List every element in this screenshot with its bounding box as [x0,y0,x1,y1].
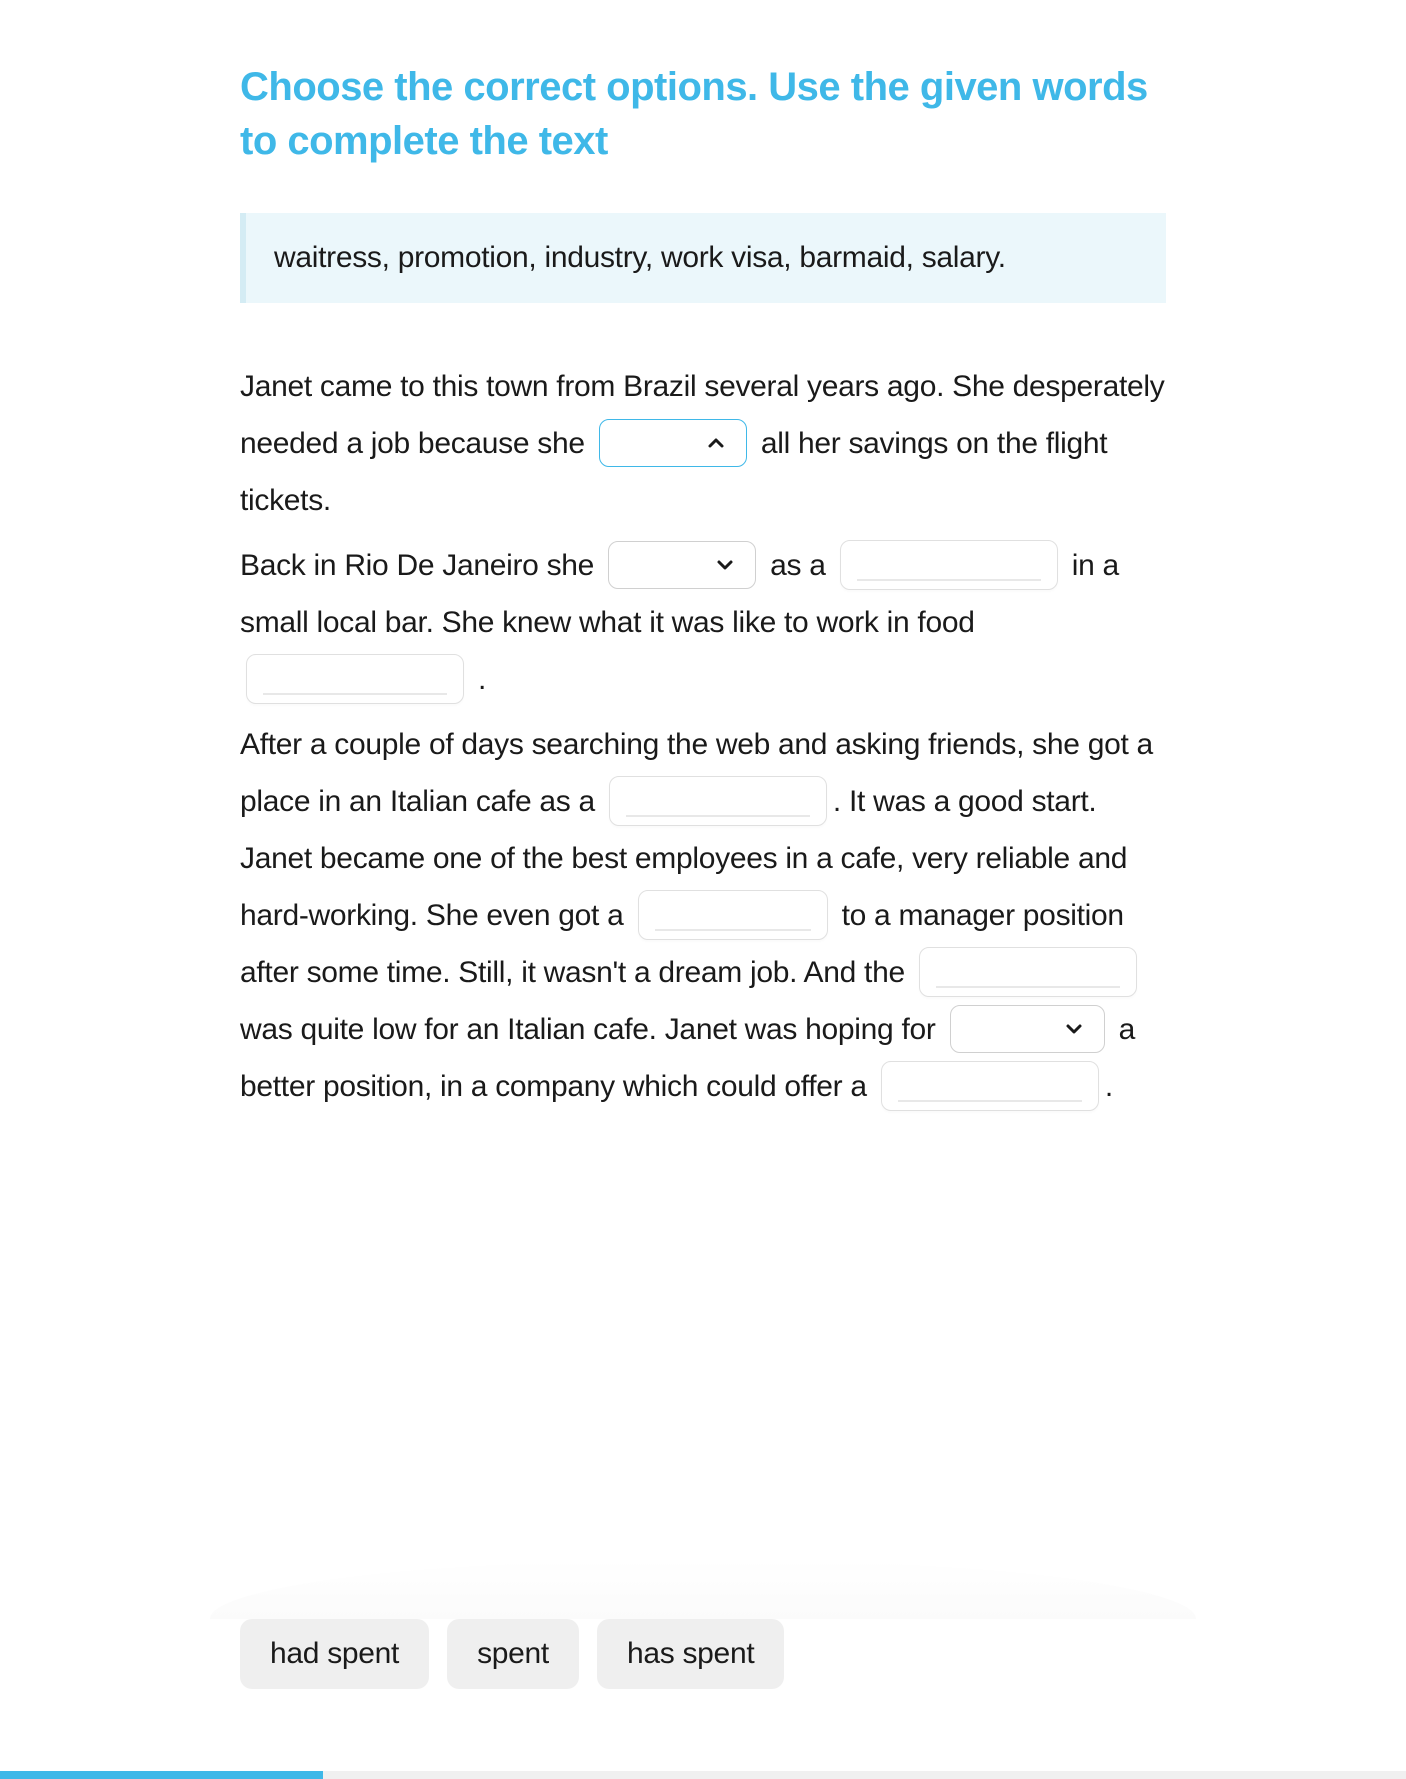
chevron-down-icon [713,553,737,577]
input-industry[interactable] [246,654,464,704]
word-bank-text: waitress, promotion, industry, work visa… [274,241,1006,274]
dropdown-3[interactable] [950,1005,1105,1053]
chevron-down-icon [1062,1017,1086,1041]
text-segment: as a [762,549,834,582]
answer-option-2[interactable]: spent [447,1619,579,1689]
answer-options-panel: had spent spent has spent [240,1619,1166,1689]
text-segment: was quite low for an Italian cafe. Janet… [240,1013,944,1046]
dropdown-1[interactable] [599,419,747,467]
input-work-visa[interactable] [881,1061,1099,1111]
progress-bar [0,1771,1406,1779]
word-bank: waitress, promotion, industry, work visa… [240,213,1166,303]
chevron-up-icon [704,431,728,455]
exercise-text: Janet came to this town from Brazil seve… [240,358,1166,1115]
input-waitress[interactable] [609,776,827,826]
input-salary[interactable] [919,947,1137,997]
answer-option-1[interactable]: had spent [240,1619,429,1689]
text-segment: . [470,663,486,696]
progress-fill [0,1771,323,1779]
text-segment: Back in Rio De Janeiro she [240,549,602,582]
input-promotion[interactable] [638,890,828,940]
input-barmaid[interactable] [840,540,1058,590]
exercise-title: Choose the correct options. Use the give… [240,60,1166,168]
text-segment: . [1105,1070,1113,1103]
dropdown-2[interactable] [608,541,756,589]
answer-option-3[interactable]: has spent [597,1619,784,1689]
